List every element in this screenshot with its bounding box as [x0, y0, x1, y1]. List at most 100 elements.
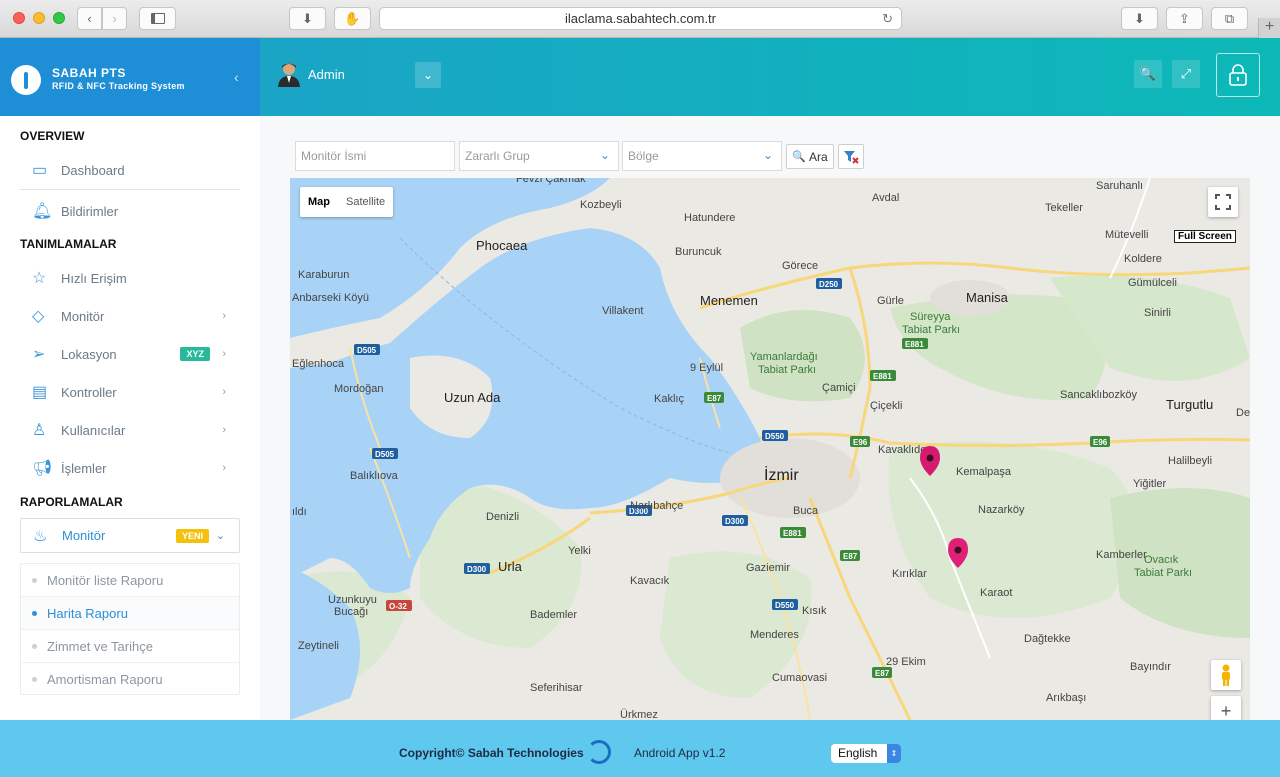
road-badge: E87	[704, 392, 724, 403]
privacy-ext-button[interactable]: ✋	[334, 7, 371, 30]
chevron-right-icon: ›	[222, 310, 226, 322]
map-label: Bayındır	[1130, 661, 1171, 673]
rfid-logo-icon	[11, 65, 41, 95]
sidebar-item-label: Lokasyon	[61, 346, 117, 362]
submenu-item-zimmet[interactable]: Zimmet ve Tarihçe	[21, 630, 239, 663]
svg-text:D250: D250	[819, 280, 839, 289]
map-label: Kemalpaşa	[956, 466, 1012, 478]
android-app-link[interactable]: Android App v1.2	[634, 746, 725, 760]
full-screen-link[interactable]: Full Screen	[1174, 230, 1236, 243]
share-button[interactable]: ⇪	[1166, 7, 1203, 30]
map-label: Uzunkuyu	[328, 594, 377, 606]
sidebar-item-bildirimler[interactable]: 🔔︎ Bildirimler	[20, 195, 240, 227]
divider	[20, 189, 240, 190]
sidebar-item-dashboard[interactable]: ▭ Dashboard	[20, 154, 240, 186]
map-type-satellite-button[interactable]: Satellite	[338, 187, 393, 217]
section-title-tanimlamalar: TANIMLAMALAR	[20, 237, 117, 251]
map-label: 29 Ekim	[886, 656, 926, 668]
user-name[interactable]: Admin	[308, 67, 345, 82]
expand-icon: ⤢	[1180, 66, 1192, 81]
sidebar-item-label: Monitör	[62, 528, 106, 543]
map-type-map-button[interactable]: Map	[300, 187, 338, 217]
copyright-text: Copyright© Sabah Technologies	[399, 746, 584, 760]
svg-text:D300: D300	[725, 517, 745, 526]
tabs-icon: ⧉	[1224, 10, 1235, 26]
pegman-icon	[1222, 664, 1230, 686]
top-bar: Admin ⌄ 🔍 ⤢	[260, 38, 1280, 116]
svg-text:D505: D505	[357, 346, 377, 355]
minimize-window-button[interactable]	[33, 12, 45, 24]
sidebar-item-label: Bildirimler	[61, 203, 119, 219]
download-ext-button[interactable]: ⬇	[289, 7, 326, 30]
sidebar-item-lokasyon[interactable]: ➢ Lokasyon XYZ ›	[20, 338, 240, 370]
paper-plane-icon: ➢	[32, 346, 46, 363]
lock-icon	[1229, 64, 1247, 86]
clear-filter-button[interactable]	[838, 144, 864, 169]
map-label: Buca	[793, 505, 819, 517]
share-icon: ⇪	[1179, 10, 1190, 26]
map-fullscreen-button[interactable]	[1208, 187, 1238, 217]
chevron-down-icon: ⌄	[215, 530, 225, 542]
fullscreen-button[interactable]: ⤢	[1172, 60, 1200, 88]
zoom-window-button[interactable]	[53, 12, 65, 24]
sidebar-item-monitor[interactable]: ◇ Monitör ›	[20, 300, 240, 332]
close-window-button[interactable]	[13, 12, 25, 24]
road-badge: O-32	[386, 600, 412, 611]
submenu-item-amortisman[interactable]: Amortisman Raporu	[21, 663, 239, 696]
road-badge: E881	[870, 370, 896, 381]
zoom-in-button[interactable]: +	[1211, 696, 1241, 720]
address-bar[interactable]: ilaclama.sabahtech.com.tr ↻	[379, 7, 902, 30]
lock-screen-button[interactable]	[1216, 53, 1260, 97]
sidebar-item-kontroller[interactable]: ▤ Kontroller ›	[20, 376, 240, 408]
sidebar-collapse-icon[interactable]: ‹	[234, 69, 239, 85]
language-value: English	[838, 746, 878, 760]
brand-subtitle: RFID & NFC Tracking System	[52, 81, 185, 91]
region-select[interactable]: Bölge ⌄	[622, 141, 782, 171]
map-label: Gaziemir	[746, 562, 790, 574]
submenu-item-harita-raporu[interactable]: Harita Raporu	[21, 597, 239, 630]
downloads-button[interactable]: ⬇	[1121, 7, 1158, 30]
search-button[interactable]: 🔍 Ara	[786, 144, 834, 169]
svg-text:E87: E87	[843, 552, 858, 561]
section-title-raporlamalar: RAPORLAMALAR	[20, 495, 123, 509]
map-label: Kaklıç	[654, 393, 684, 405]
map-label: Çiçekli	[870, 400, 902, 412]
map-label: Tekeller	[1045, 202, 1083, 214]
user-menu-toggle[interactable]: ⌄	[415, 62, 441, 88]
sidebar-item-hizli-erisim[interactable]: ☆ Hızlı Erişim	[20, 262, 240, 294]
back-button[interactable]: ‹	[77, 7, 102, 30]
new-tab-button[interactable]: +	[1258, 18, 1280, 38]
map-label: Mütevelli	[1105, 229, 1148, 241]
monitor-name-input[interactable]: Monitör İsmi	[295, 141, 455, 171]
user-avatar-icon	[278, 63, 300, 87]
svg-text:D550: D550	[775, 601, 795, 610]
map-label: Urla	[498, 559, 523, 574]
submenu-item-monitor-liste[interactable]: Monitör liste Raporu	[21, 564, 239, 597]
tabs-overview-button[interactable]: ⧉	[1211, 7, 1248, 30]
map-label: 9 Eylül	[690, 362, 723, 374]
sidebar-item-islemler[interactable]: 📢︎ İşlemler ›	[20, 452, 240, 484]
sidebar-toggle-button[interactable]	[139, 7, 176, 30]
map-label: Nazarköy	[978, 504, 1025, 516]
map-label: Dağtekke	[1024, 633, 1070, 645]
language-select[interactable]: English ⇕	[831, 744, 901, 763]
map-label: ıldı	[292, 506, 307, 518]
map-label: Mordoğan	[334, 383, 384, 395]
sidebar-item-label: Monitör	[61, 308, 105, 324]
search-button[interactable]: 🔍	[1134, 60, 1162, 88]
report-submenu: Monitör liste Raporu Harita Raporu Zimme…	[20, 563, 240, 695]
sabah-logo-icon	[587, 740, 611, 764]
map-view[interactable]: D250 E881 E881 E87 D505 D550 E96 E96 D50…	[290, 178, 1250, 720]
reload-icon[interactable]: ↻	[882, 11, 893, 27]
map-canvas[interactable]: D250 E881 E881 E87 D505 D550 E96 E96 D50…	[290, 178, 1250, 720]
bell-icon: 🔔︎	[32, 203, 53, 220]
chevron-down-icon: ⌄	[762, 148, 773, 162]
sidebar-item-kullanicilar[interactable]: ♙ Kullanıcılar ›	[20, 414, 240, 446]
sidebar-item-report-monitor[interactable]: ♨ Monitör YENI ⌄	[20, 518, 240, 553]
street-view-pegman[interactable]	[1211, 660, 1241, 690]
forward-button[interactable]: ›	[102, 7, 127, 30]
url-text: ilaclama.sabahtech.com.tr	[564, 11, 716, 26]
pest-group-select[interactable]: Zararlı Grup ⌄	[459, 141, 619, 171]
map-label: Balıklıova	[350, 470, 399, 482]
map-label: Tabiat Parkı	[1134, 567, 1192, 579]
